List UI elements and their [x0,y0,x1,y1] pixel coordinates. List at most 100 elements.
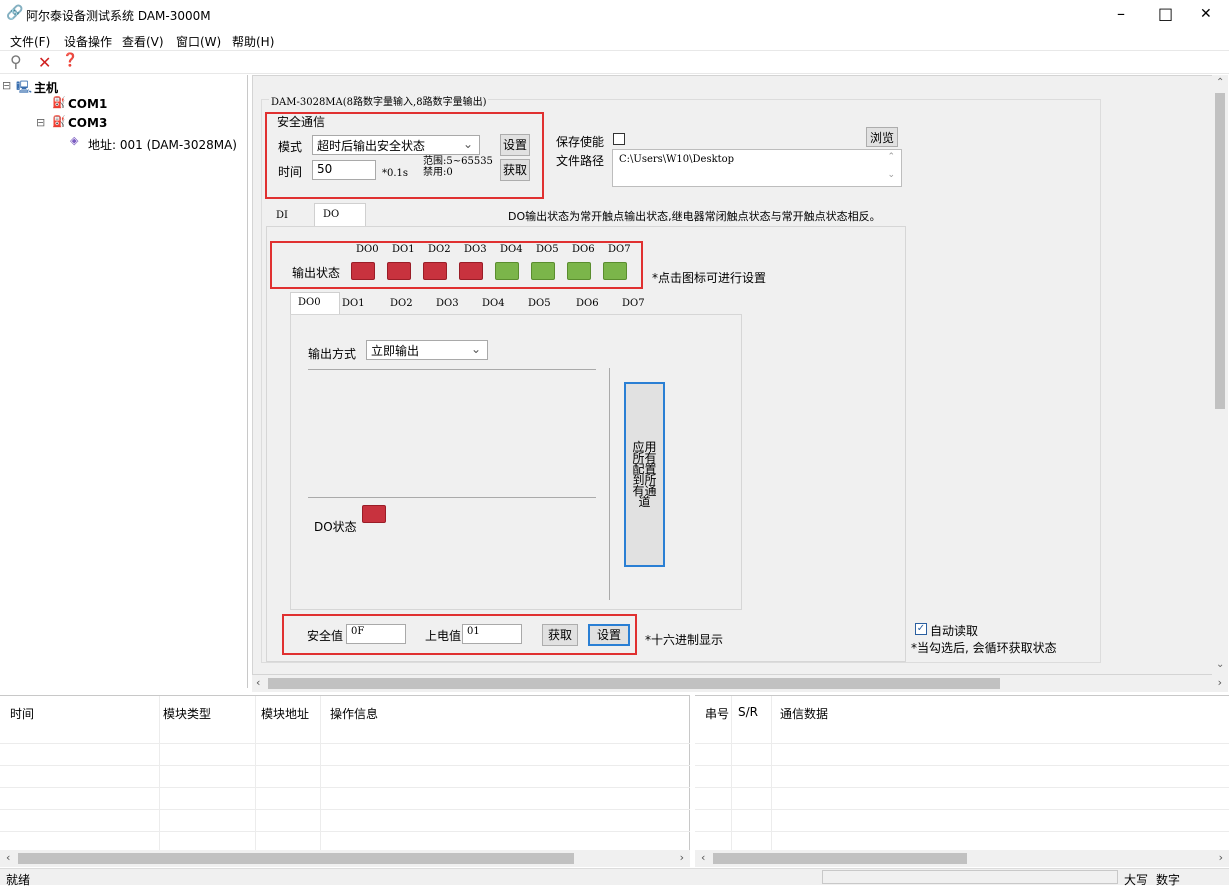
safety-set-button[interactable]: 设置 [500,134,530,156]
tab-do2[interactable]: DO2 [388,296,415,311]
comm-hscrollbar[interactable]: ‹ › [695,850,1229,867]
tab-do6[interactable]: DO6 [574,296,601,311]
scroll-right-icon[interactable]: › [1219,851,1223,864]
safety-get-button[interactable]: 获取 [500,159,530,181]
hex-note: *十六进制显示 [645,633,724,647]
safe-value-input[interactable]: 0F [346,624,406,644]
help-icon[interactable]: ❓ [62,53,78,68]
status-text: 就绪 [6,873,31,887]
scroll-left-icon[interactable]: ‹ [701,851,705,864]
comm-header-data[interactable]: 通信数据 [780,705,828,722]
do-status-led[interactable] [362,505,386,523]
do-name: DO3 [464,244,487,255]
channel-tabs: DO0 DO1 DO2 DO3 DO4 DO5 DO6 DO7 [290,292,652,314]
time-input[interactable]: 50 [312,160,376,180]
log-hscrollbar[interactable]: ‹ › [0,850,690,867]
scroll-left-icon[interactable]: ‹ [256,676,260,689]
scroll-thumb[interactable] [18,853,574,864]
scroll-right-icon[interactable]: › [680,851,684,864]
scroll-thumb[interactable] [268,678,1000,689]
log-header-module-type[interactable]: 模块类型 [163,705,211,722]
num-indicator: 数字 [1156,873,1181,887]
values-set-button[interactable]: 设置 [588,624,630,646]
delete-icon[interactable]: ✕ [38,53,51,72]
apply-all-label: 应用所有配置到所有通道 [632,439,657,509]
outputs-hint: *点击图标可进行设置 [652,271,767,285]
do5-led[interactable] [531,262,555,280]
comm-header-serial[interactable]: 串号 [705,705,729,722]
comm-table [695,695,1229,851]
tree-com1[interactable]: COM1 [68,97,107,111]
search-icon[interactable]: ⚲ [10,52,22,71]
scroll-thumb[interactable] [713,853,967,864]
minimize-button[interactable]: – [1117,4,1125,23]
menu-file[interactable]: 文件(F) [10,33,50,50]
tree-address[interactable]: 地址: 001 (DAM-3028MA) [88,136,237,153]
tab-do7[interactable]: DO7 [620,296,647,311]
menu-device-ops[interactable]: 设备操作 [64,33,112,50]
scroll-thumb[interactable] [1215,93,1225,409]
path-value: C:\Users\W10\Desktop [619,154,735,165]
path-label: 文件路径 [556,154,605,168]
channel-mode-select[interactable]: 立即输出 ⌄ [366,340,488,360]
content-hscrollbar[interactable]: ‹ › [252,675,1228,692]
tree-toggle-com3[interactable]: ⊟ [36,116,45,129]
tree-com3[interactable]: COM3 [68,116,107,130]
tab-do5[interactable]: DO5 [526,296,553,311]
content-vscrollbar[interactable]: ⌃ ⌄ [1212,75,1228,675]
scroll-down-icon[interactable]: ⌄ [1216,659,1224,670]
close-button[interactable]: ✕ [1200,6,1212,22]
menu-help[interactable]: 帮助(H) [232,33,274,50]
caps-indicator: 大写 [1124,873,1149,887]
path-field[interactable]: C:\Users\W10\Desktop ⌃ ⌄ [612,149,902,187]
save-enable-checkbox[interactable] [613,133,625,145]
do1-led[interactable] [387,262,411,280]
do4-led[interactable] [495,262,519,280]
tab-do3[interactable]: DO3 [434,296,461,311]
menu-view[interactable]: 查看(V) [122,33,164,50]
tree-toggle-root[interactable]: ⊟ [2,79,11,92]
plug-icon: ⛽ [52,96,66,109]
log-header-module-address[interactable]: 模块地址 [261,705,309,722]
power-value-input[interactable]: 01 [462,624,522,644]
tree-root[interactable]: 主机 [34,79,58,96]
values-get-button[interactable]: 获取 [542,624,578,646]
scroll-up-icon[interactable]: ⌃ [1216,77,1224,88]
auto-read-label: 自动读取 [930,624,979,638]
log-header-operation[interactable]: 操作信息 [330,705,378,722]
log-header-time[interactable]: 时间 [10,705,34,722]
do7-led[interactable] [603,262,627,280]
browse-button[interactable]: 浏览 [866,127,898,147]
maximize-button[interactable]: □ [1158,4,1173,23]
mode-select[interactable]: 超时后输出安全状态 ⌄ [312,135,480,155]
app-icon: 🔗 [6,5,24,21]
do0-led[interactable] [351,262,375,280]
menu-bar: 文件(F) 设备操作 查看(V) 窗口(W) 帮助(H) [0,30,1229,50]
do-name: DO5 [536,244,559,255]
menu-window[interactable]: 窗口(W) [176,33,221,50]
tab-do0[interactable]: DO0 [290,292,340,314]
divider [308,497,596,498]
scroll-up-icon[interactable]: ⌃ [887,152,895,162]
tab-di[interactable]: DI [268,206,314,226]
tab-do4[interactable]: DO4 [480,296,507,311]
channel-mode-label: 输出方式 [308,347,357,361]
time-unit: *0.1s [382,168,409,179]
module-icon: ◈ [70,134,79,147]
apply-all-button[interactable]: 应用所有配置到所有通道 [624,382,665,567]
do2-led[interactable] [423,262,447,280]
scroll-left-icon[interactable]: ‹ [6,851,10,864]
tab-do[interactable]: DO [314,203,366,227]
do-status-label: DO状态 [314,520,357,534]
do-name: DO0 [356,244,379,255]
tab-do1[interactable]: DO1 [340,296,367,311]
chevron-down-icon: ⌄ [470,342,481,356]
do3-led[interactable] [459,262,483,280]
status-pane [822,870,1118,884]
scroll-down-icon[interactable]: ⌄ [887,170,895,180]
comm-header-sr[interactable]: S/R [738,705,758,719]
auto-read-checkbox[interactable]: ✓ [915,623,927,635]
do6-led[interactable] [567,262,591,280]
save-enable-label: 保存使能 [556,135,605,149]
scroll-right-icon[interactable]: › [1218,676,1222,689]
